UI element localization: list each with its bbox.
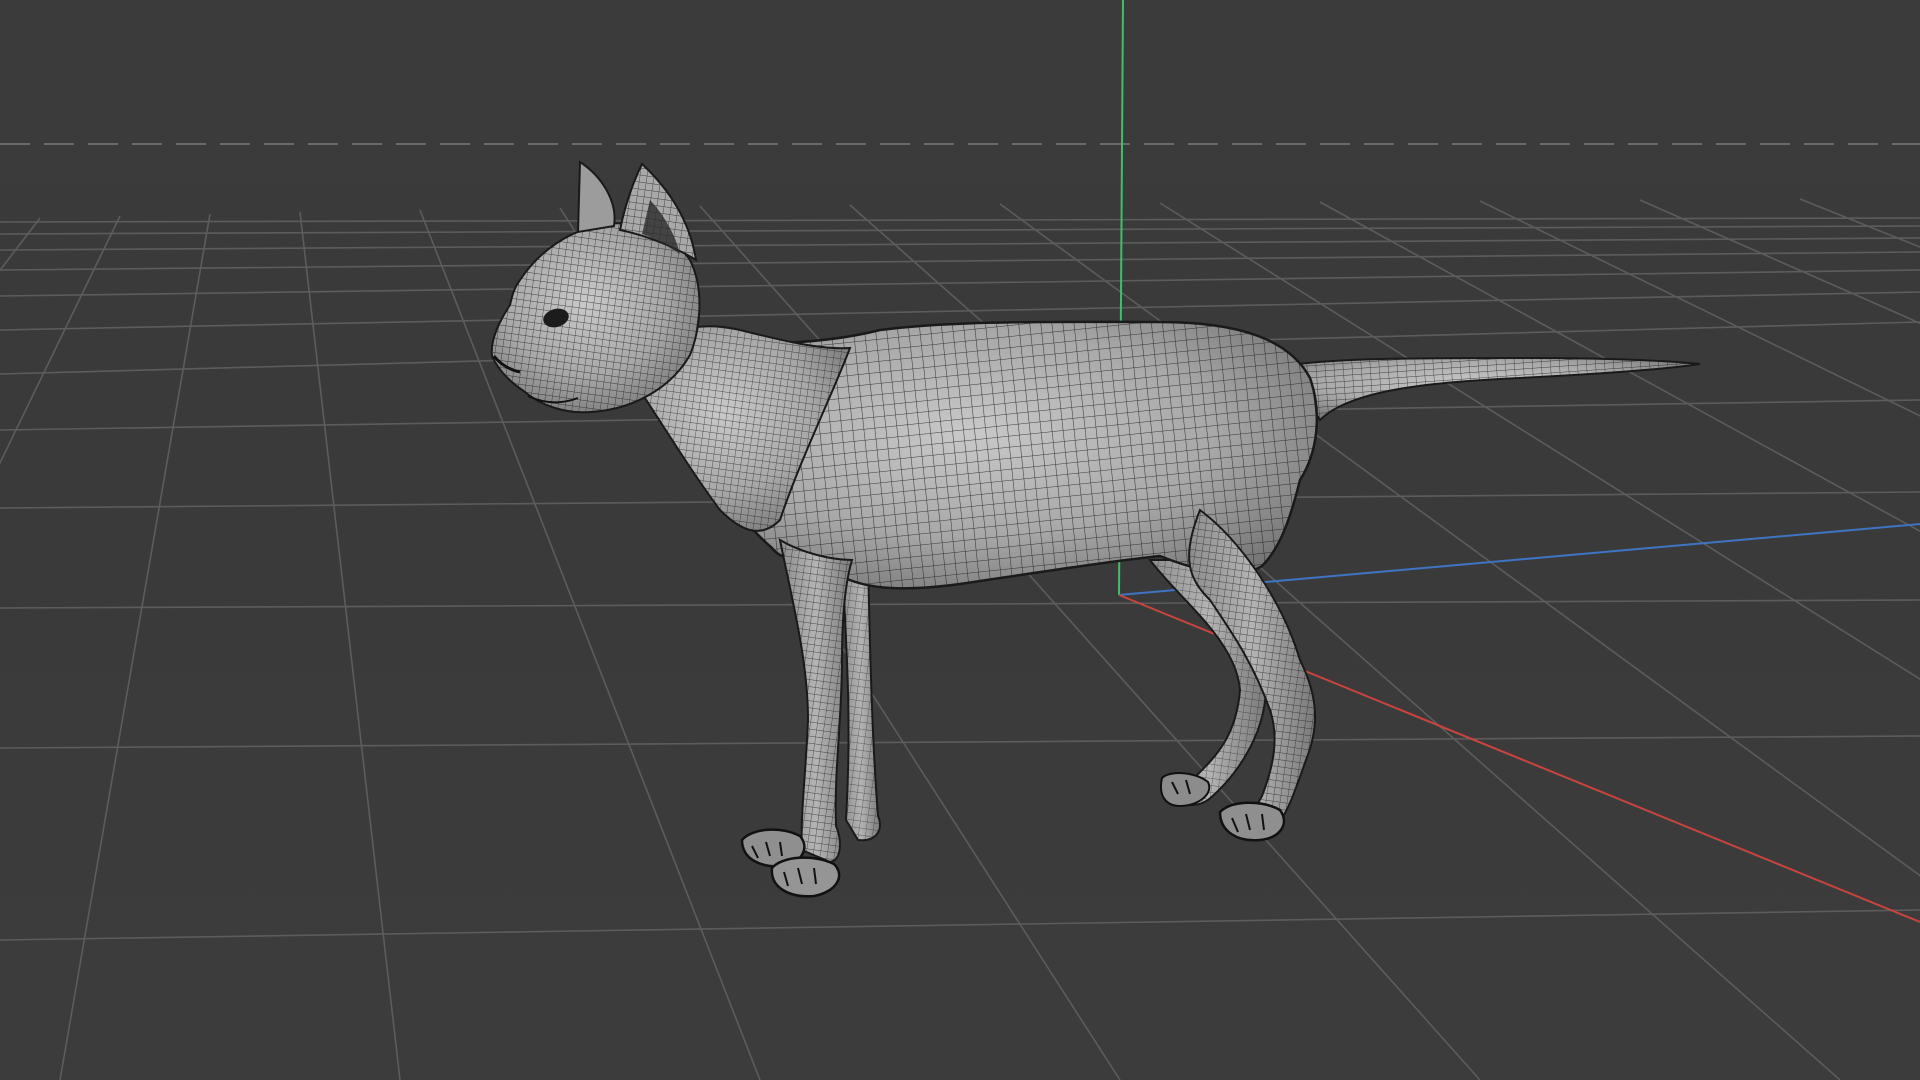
cat-model[interactable] — [490, 160, 1701, 898]
grid-line-depth-10 — [1319, 201, 1920, 533]
grid-line-row-11 — [0, 909, 1920, 941]
grid-line-row-3 — [0, 251, 1920, 271]
grid-line-depth-12 — [1639, 199, 1920, 325]
grid-line-row-0 — [0, 217, 1920, 223]
cat-tail-wire — [1290, 358, 1700, 420]
3d-viewport[interactable] — [0, 0, 1920, 1080]
grid-line-depth-3 — [299, 211, 401, 1080]
grid-line-row-4 — [0, 269, 1920, 297]
grid-line-row-2 — [0, 237, 1920, 251]
cat-ear-far — [576, 160, 616, 234]
viewport-canvas[interactable] — [0, 0, 1920, 1080]
cat-paw-front-near — [770, 856, 841, 898]
grid-line-row-9 — [0, 599, 1920, 609]
cat-paw-hind-near — [1218, 801, 1286, 842]
grid-line-depth-2 — [59, 213, 211, 1080]
grid-line-depth-0 — [0, 217, 41, 272]
grid-line-row-1 — [0, 225, 1920, 235]
grid-line-depth-1 — [0, 215, 121, 465]
grid-line-depth-13 — [1799, 198, 1920, 248]
grid-line-row-10 — [0, 735, 1920, 749]
